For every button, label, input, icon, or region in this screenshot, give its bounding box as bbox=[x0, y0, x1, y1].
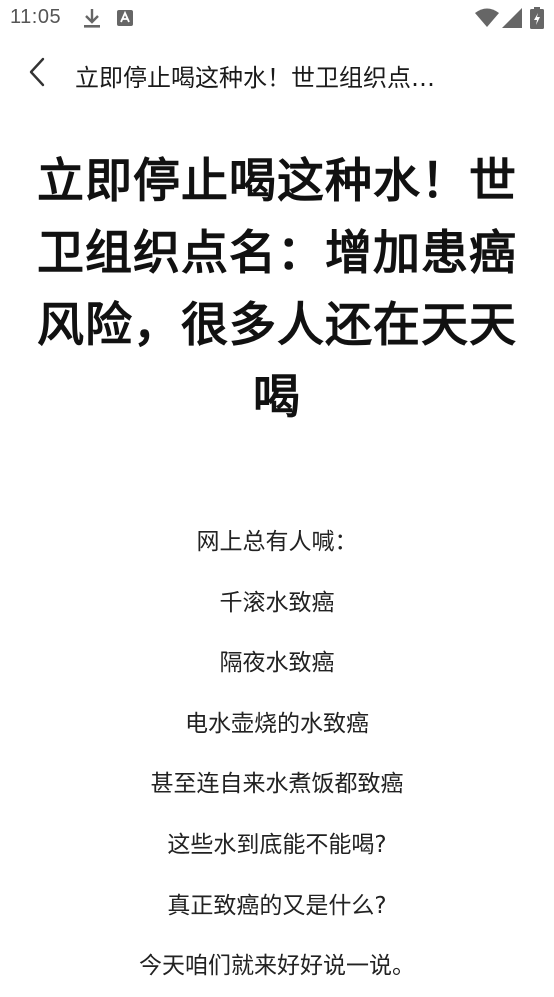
nav-title: 立即停止喝这种水！世卫组织点… bbox=[75, 64, 435, 92]
status-time: 11:05 bbox=[10, 6, 62, 28]
top-nav-bar: 立即停止喝这种水！世卫组织点… bbox=[0, 44, 554, 106]
chevron-left-icon bbox=[28, 57, 48, 91]
article-paragraph: 千滚水致癌 bbox=[219, 589, 335, 616]
wifi-icon bbox=[475, 8, 499, 32]
app-notification-icon bbox=[117, 10, 133, 30]
article-paragraph: 网上总有人喊： bbox=[196, 529, 358, 555]
signal-icon bbox=[502, 8, 522, 32]
battery-icon bbox=[530, 7, 544, 33]
article-paragraph: 今天咱们就来好好说一说。 bbox=[139, 953, 415, 980]
article-paragraph: 真正致癌的又是什么? bbox=[167, 892, 387, 919]
article-paragraph: 这些水到底能不能喝? bbox=[167, 831, 387, 858]
download-icon bbox=[82, 7, 102, 33]
article-body: 网上总有人喊： 千滚水致癌 隔夜水致癌 电水壶烧的水致癌 甚至连自来水煮饭都致癌… bbox=[0, 512, 554, 997]
article-title: 立即停止喝这种水！世卫组织点名：增加患癌风险，很多人还在天天喝 bbox=[37, 154, 517, 425]
article-paragraph: 电水壶烧的水致癌 bbox=[185, 710, 369, 737]
article-paragraph: 隔夜水致癌 bbox=[219, 650, 335, 677]
article-paragraph: 甚至连自来水煮饭都致癌 bbox=[150, 771, 404, 798]
status-bar: 11:05 bbox=[0, 0, 554, 38]
back-button[interactable] bbox=[18, 52, 58, 96]
